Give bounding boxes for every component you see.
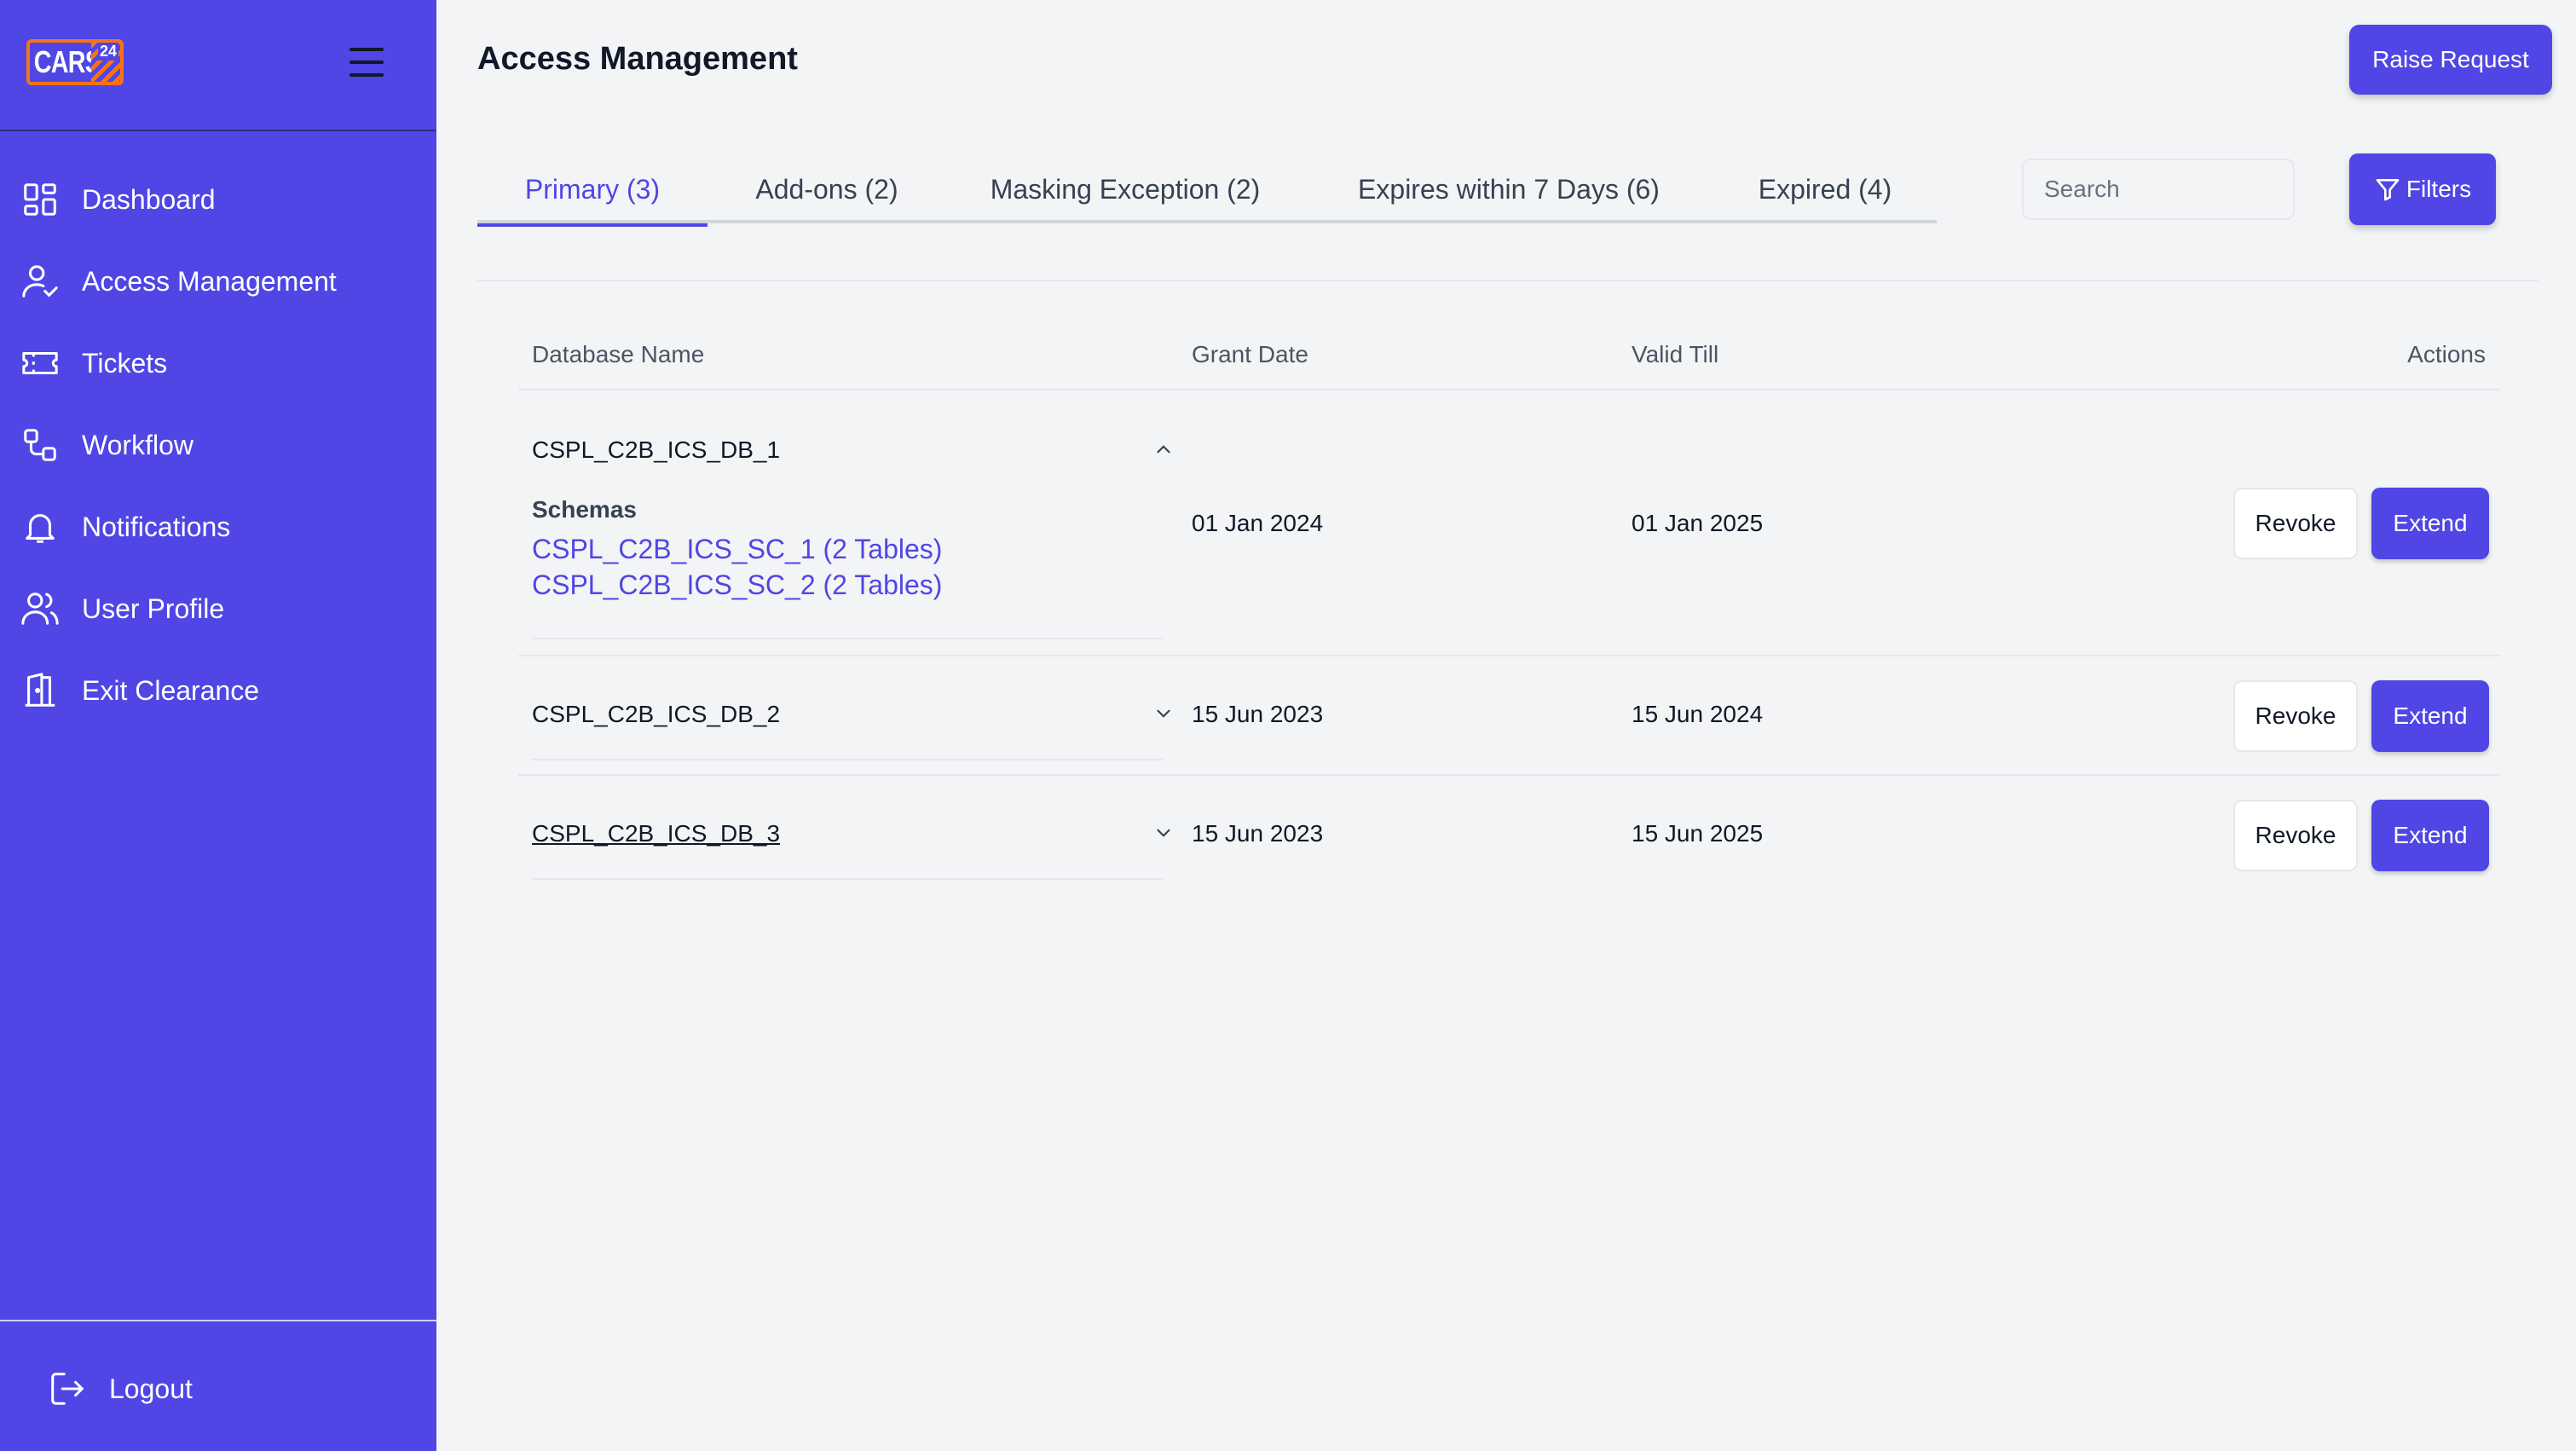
database-name[interactable]: CSPL_C2B_ICS_DB_2	[532, 701, 780, 728]
grant-date: 15 Jun 2023	[1192, 701, 1324, 727]
sidebar-item-tickets[interactable]: Tickets	[0, 322, 436, 404]
sidebar-header: CARS 24	[0, 0, 436, 131]
chevron-down-icon[interactable]	[1152, 822, 1175, 844]
sidebar-item-exit-clearance[interactable]: Exit Clearance	[0, 650, 436, 731]
valid-till: 15 Jun 2025	[1632, 820, 1764, 847]
table-row: CSPL_C2B_ICS_DB_1 Schemas CSPL_C2B_ICS_S…	[518, 390, 2499, 656]
sidebar: CARS 24 Dashboard Access Management Tick…	[0, 0, 436, 1451]
table-row: CSPL_C2B_ICS_DB_3 15 Jun 2023 15 Jun 202…	[518, 776, 2499, 895]
users-icon	[20, 589, 60, 628]
column-header-actions: Actions	[2407, 341, 2486, 367]
tab-expired[interactable]: Expired (4)	[1713, 155, 1937, 223]
sidebar-item-label: Dashboard	[82, 183, 216, 215]
filters-button[interactable]: Filters	[2349, 153, 2496, 225]
database-name[interactable]: CSPL_C2B_ICS_DB_1	[532, 436, 780, 464]
bell-icon	[20, 507, 60, 546]
divider	[477, 280, 2538, 281]
revoke-button[interactable]: Revoke	[2233, 800, 2358, 871]
tab-masking-exception[interactable]: Masking Exception (2)	[946, 155, 1304, 223]
extend-button[interactable]: Extend	[2371, 800, 2489, 871]
user-check-icon	[20, 262, 60, 301]
sidebar-item-label: User Profile	[82, 593, 225, 624]
grant-date: 15 Jun 2023	[1192, 820, 1324, 847]
logo-badge: 24	[91, 43, 120, 82]
sidebar-item-workflow[interactable]: Workflow	[0, 404, 436, 486]
chevron-up-icon[interactable]	[1152, 438, 1175, 460]
schema-link[interactable]: CSPL_C2B_ICS_SC_1 (2 Tables)	[532, 534, 942, 565]
sidebar-item-label: Exit Clearance	[82, 674, 260, 706]
database-name[interactable]: CSPL_C2B_ICS_DB_3	[532, 820, 780, 847]
tab-add-ons[interactable]: Add-ons (2)	[708, 155, 946, 223]
column-header-database-name: Database Name	[532, 341, 705, 367]
logout-label: Logout	[109, 1373, 193, 1404]
valid-till: 15 Jun 2024	[1632, 701, 1764, 727]
tab-bar: Primary (3) Add-ons (2) Masking Exceptio…	[477, 155, 1937, 227]
filters-label: Filters	[2406, 176, 2472, 202]
workflow-icon	[20, 425, 60, 465]
page-title: Access Management	[477, 41, 798, 77]
column-header-grant-date: Grant Date	[1192, 341, 1308, 367]
tab-expires-within-7-days[interactable]: Expires within 7 Days (6)	[1304, 155, 1713, 223]
table-row: CSPL_C2B_ICS_DB_2 15 Jun 2023 15 Jun 202…	[518, 656, 2499, 776]
sidebar-item-access-management[interactable]: Access Management	[0, 240, 436, 322]
extend-button[interactable]: Extend	[2371, 488, 2489, 559]
schemas-label: Schemas	[532, 496, 637, 523]
sidebar-item-user-profile[interactable]: User Profile	[0, 568, 436, 650]
sidebar-nav: Dashboard Access Management Tickets Work…	[0, 159, 436, 731]
column-header-valid-till: Valid Till	[1632, 341, 1719, 367]
cars24-logo[interactable]: CARS 24	[26, 39, 124, 85]
extend-button[interactable]: Extend	[2371, 680, 2489, 752]
access-table: Database Name Grant Date Valid Till Acti…	[518, 332, 2499, 895]
dashboard-icon	[20, 180, 60, 219]
sidebar-item-label: Tickets	[82, 347, 168, 379]
ticket-icon	[20, 344, 60, 383]
logo-badge-number: 24	[97, 43, 118, 61]
tab-primary[interactable]: Primary (3)	[477, 155, 708, 227]
main-content: Access Management Raise Request Primary …	[436, 0, 2576, 1451]
row-separator	[532, 878, 1163, 880]
logo-text: CARS	[33, 44, 101, 79]
grant-date: 01 Jan 2024	[1192, 510, 1324, 536]
revoke-button[interactable]: Revoke	[2233, 680, 2358, 752]
sidebar-item-dashboard[interactable]: Dashboard	[0, 159, 436, 240]
sidebar-item-notifications[interactable]: Notifications	[0, 486, 436, 568]
logout-button[interactable]: Logout	[48, 1369, 193, 1408]
row-separator	[532, 759, 1163, 760]
sidebar-item-label: Access Management	[82, 265, 337, 297]
search-input[interactable]	[2022, 159, 2295, 220]
filter-icon	[2376, 179, 2400, 201]
revoke-button[interactable]: Revoke	[2233, 488, 2358, 559]
row-separator	[532, 638, 1163, 639]
sidebar-item-label: Notifications	[82, 511, 231, 542]
hamburger-menu-icon[interactable]	[349, 48, 384, 77]
door-exit-icon	[20, 671, 60, 710]
raise-request-button[interactable]: Raise Request	[2349, 25, 2552, 95]
valid-till: 01 Jan 2025	[1632, 510, 1764, 536]
logout-icon	[48, 1369, 87, 1408]
table-header: Database Name Grant Date Valid Till Acti…	[518, 332, 2499, 390]
schema-link[interactable]: CSPL_C2B_ICS_SC_2 (2 Tables)	[532, 569, 942, 601]
sidebar-item-label: Workflow	[82, 429, 193, 460]
chevron-down-icon[interactable]	[1152, 702, 1175, 725]
sidebar-footer: Logout	[0, 1320, 436, 1451]
